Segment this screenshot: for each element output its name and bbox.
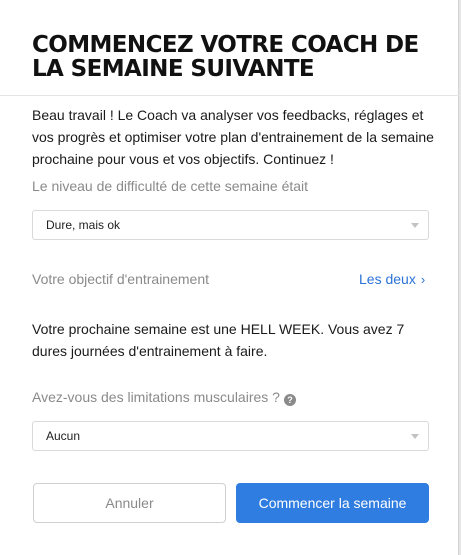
caret-down-icon (411, 434, 419, 439)
title-divider (0, 95, 459, 96)
difficulty-select[interactable]: Dure, mais ok (32, 210, 429, 240)
limitations-label: Avez-vous des limitations musculaires ? (32, 389, 280, 405)
start-week-button[interactable]: Commencer la semaine (236, 483, 429, 523)
objective-label: Votre objectif d'entrainement (32, 271, 210, 287)
chevron-right-icon: › (420, 272, 426, 287)
modal-title: COMMENCEZ VOTRE COACH DE LA SEMAINE SUIV… (32, 32, 419, 82)
intro-text: Beau travail ! Le Coach va analyser vos … (32, 107, 434, 167)
coach-modal: COMMENCEZ VOTRE COACH DE LA SEMAINE SUIV… (0, 0, 459, 555)
limitations-label-row: Avez-vous des limitations musculaires ?? (32, 389, 296, 406)
difficulty-label: Le niveau de difficulté de cette semaine… (32, 178, 309, 194)
limitations-select[interactable]: Aucun (32, 421, 429, 451)
hell-week-text: Votre prochaine semaine est une HELL WEE… (32, 321, 405, 359)
objective-link-label: Les deux (359, 271, 416, 287)
caret-down-icon (411, 223, 419, 228)
help-icon[interactable]: ? (283, 394, 296, 406)
cancel-button[interactable]: Annuler (33, 483, 226, 523)
limitations-select-value: Aucun (46, 429, 81, 443)
objective-link[interactable]: Les deux › (359, 271, 425, 287)
difficulty-select-value: Dure, mais ok (46, 218, 121, 232)
